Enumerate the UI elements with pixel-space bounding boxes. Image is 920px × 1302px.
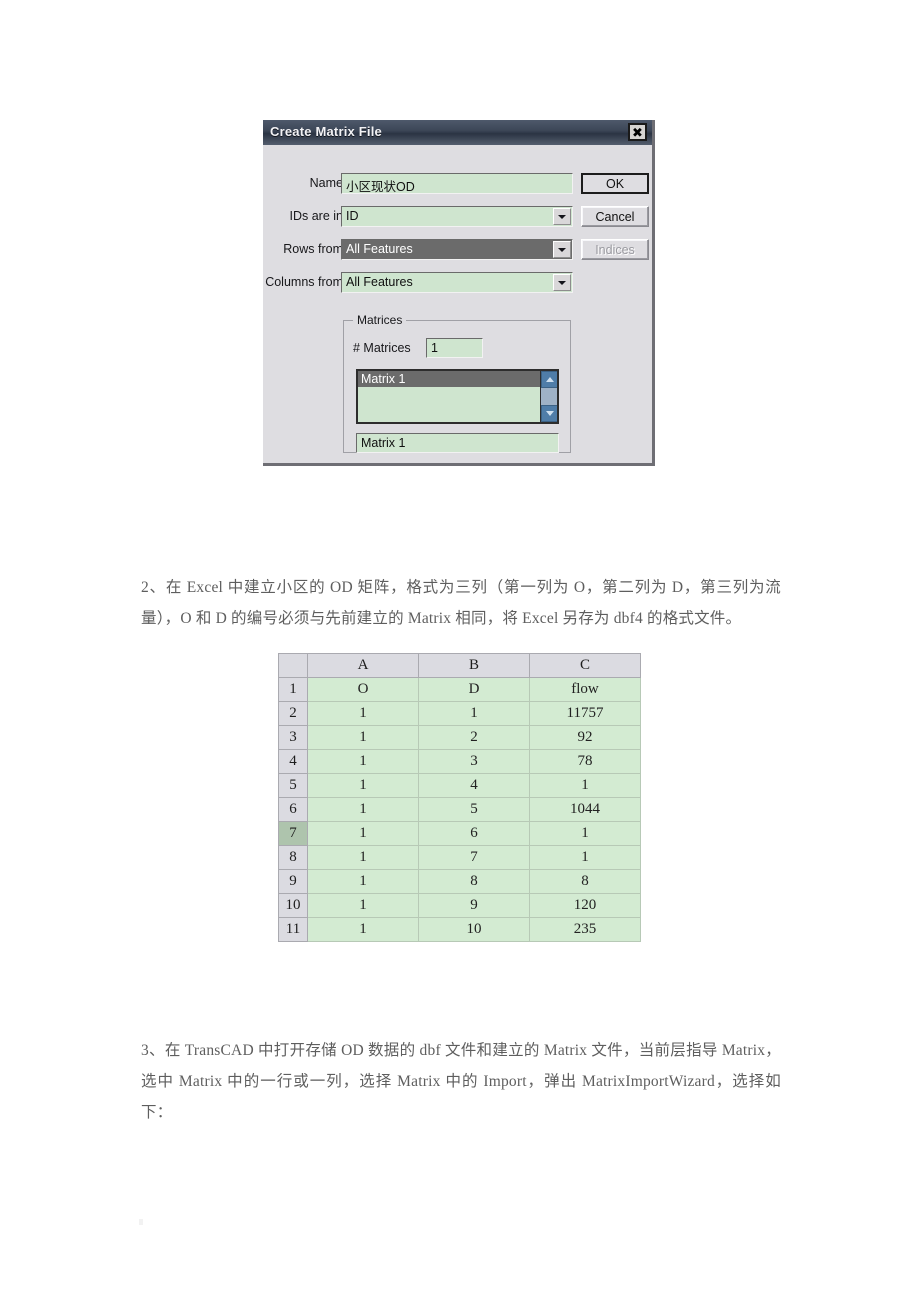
num-matrices-input[interactable]: 1 bbox=[426, 338, 483, 358]
matrices-group-title: Matrices bbox=[353, 313, 407, 327]
cell-b4[interactable]: 3 bbox=[418, 749, 530, 774]
cell-a1[interactable]: O bbox=[307, 677, 419, 702]
cell-b6[interactable]: 5 bbox=[418, 797, 530, 822]
cell-c3[interactable]: 92 bbox=[529, 725, 641, 750]
list-item[interactable]: Matrix 1 bbox=[358, 371, 557, 387]
matrices-listbox[interactable]: Matrix 1 bbox=[356, 369, 559, 424]
ids-are-in-select[interactable]: ID bbox=[341, 206, 573, 227]
column-header-c[interactable]: C bbox=[529, 653, 641, 678]
matrix-name-input[interactable]: Matrix 1 bbox=[356, 433, 559, 453]
od-spreadsheet: A B C 1 O Dflow 2 1 1 11757 3 1 2 92 4 1 3 78 5 1 4 1 6 1 5 10… bbox=[278, 653, 641, 942]
table-row: 9188 bbox=[278, 869, 641, 894]
row-header[interactable]: 10 bbox=[278, 893, 308, 918]
cell-b8[interactable]: 7 bbox=[418, 845, 530, 870]
cell-c2[interactable]: 11757 bbox=[529, 701, 641, 726]
row-header[interactable]: 11 bbox=[278, 917, 308, 942]
cell-a8[interactable]: 1 bbox=[307, 845, 419, 870]
row-header[interactable]: 9 bbox=[278, 869, 308, 894]
cell-a11[interactable]: 1 bbox=[307, 917, 419, 942]
matrices-group: Matrices # Matrices 1 Matrix 1 Matrix 1 bbox=[343, 313, 571, 453]
spreadsheet-body: 1 O Dflow 2 1 1 11757 3 1 2 92 4 1 3 78 5 1 4 1 6 1 5 1044 7 1 6 1… bbox=[278, 677, 641, 942]
cell-b1[interactable]: D bbox=[418, 677, 530, 702]
cell-c10[interactable]: 120 bbox=[529, 893, 641, 918]
columns-from-select[interactable]: All Features bbox=[341, 272, 573, 293]
step-2-paragraph: 2、在 Excel 中建立小区的 OD 矩阵，格式为三列（第一列为 O，第二列为… bbox=[141, 578, 781, 627]
cell-c6[interactable]: 1044 bbox=[529, 797, 641, 822]
label-name: Name bbox=[309, 176, 343, 190]
cell-c11[interactable]: 235 bbox=[529, 917, 641, 942]
label-rows-from: Rows from bbox=[283, 242, 343, 256]
table-row: 4 1 3 78 bbox=[278, 749, 641, 774]
chevron-down-icon[interactable] bbox=[553, 208, 571, 225]
create-matrix-file-dialog: Create Matrix File ✖ Name 小区现状OD IDs are… bbox=[263, 120, 655, 466]
rows-from-select[interactable]: All Features bbox=[341, 239, 573, 260]
cell-b7[interactable]: 6 bbox=[418, 821, 530, 846]
table-row: 1 O Dflow bbox=[278, 677, 641, 702]
label-ids-are-in: IDs are in bbox=[289, 209, 344, 223]
page-footer-mark bbox=[139, 1219, 143, 1225]
cell-c8[interactable]: 1 bbox=[529, 845, 641, 870]
cell-a6[interactable]: 1 bbox=[307, 797, 419, 822]
ids-are-in-value: ID bbox=[346, 209, 359, 223]
row-header[interactable]: 3 bbox=[278, 725, 308, 750]
cell-a7[interactable]: 1 bbox=[307, 821, 419, 846]
step-3-paragraph: 3、在 TransCAD 中打开存储 OD 数据的 dbf 文件和建立的 Mat… bbox=[141, 1041, 781, 1121]
cell-c1[interactable]: flow bbox=[529, 677, 641, 702]
row-header[interactable]: 2 bbox=[278, 701, 308, 726]
table-row: 3 1 2 92 bbox=[278, 725, 641, 750]
sheet-corner[interactable] bbox=[278, 653, 308, 678]
rows-from-value: All Features bbox=[346, 242, 413, 256]
label-columns-from: Columns from bbox=[265, 275, 343, 289]
cell-a2[interactable]: 1 bbox=[307, 701, 419, 726]
dialog-body: Name 小区现状OD IDs are in ID Rows from All … bbox=[263, 145, 652, 463]
table-row: 2 1 1 11757 bbox=[278, 701, 641, 726]
ok-button[interactable]: OK bbox=[581, 173, 649, 194]
cell-a5[interactable]: 1 bbox=[307, 773, 419, 798]
cell-c9[interactable]: 8 bbox=[529, 869, 641, 894]
indices-button[interactable]: Indices bbox=[581, 239, 649, 260]
field-row-columns-from: Columns from All Features bbox=[263, 272, 652, 294]
table-row: 6 1 5 1044 bbox=[278, 797, 641, 822]
cell-a10[interactable]: 1 bbox=[307, 893, 419, 918]
column-header-b[interactable]: B bbox=[418, 653, 530, 678]
row-header[interactable]: 8 bbox=[278, 845, 308, 870]
dialog-titlebar[interactable]: Create Matrix File ✖ bbox=[263, 120, 652, 145]
chevron-down-icon[interactable] bbox=[553, 241, 571, 258]
column-header-a[interactable]: A bbox=[307, 653, 419, 678]
cell-c4[interactable]: 78 bbox=[529, 749, 641, 774]
dialog-title: Create Matrix File bbox=[270, 124, 382, 139]
cell-b5[interactable]: 4 bbox=[418, 773, 530, 798]
row-header[interactable]: 4 bbox=[278, 749, 308, 774]
chevron-down-icon[interactable] bbox=[541, 405, 557, 422]
cell-b10[interactable]: 9 bbox=[418, 893, 530, 918]
name-input[interactable]: 小区现状OD bbox=[341, 173, 573, 194]
row-header[interactable]: 1 bbox=[278, 677, 308, 702]
table-row: 11 1 10 235 bbox=[278, 917, 641, 942]
row-header[interactable]: 7 bbox=[278, 821, 308, 846]
cell-b3[interactable]: 2 bbox=[418, 725, 530, 750]
row-header[interactable]: 6 bbox=[278, 797, 308, 822]
cell-c5[interactable]: 1 bbox=[529, 773, 641, 798]
chevron-up-icon[interactable] bbox=[541, 371, 557, 388]
close-icon[interactable]: ✖ bbox=[628, 123, 647, 141]
row-header[interactable]: 5 bbox=[278, 773, 308, 798]
columns-from-value: All Features bbox=[346, 275, 413, 289]
label-num-matrices: # Matrices bbox=[353, 341, 411, 355]
cell-b2[interactable]: 1 bbox=[418, 701, 530, 726]
table-row: 8171 bbox=[278, 845, 641, 870]
cell-a4[interactable]: 1 bbox=[307, 749, 419, 774]
cancel-button[interactable]: Cancel bbox=[581, 206, 649, 227]
cell-b9[interactable]: 8 bbox=[418, 869, 530, 894]
cell-c7[interactable]: 1 bbox=[529, 821, 641, 846]
table-row: 10 1 9 120 bbox=[278, 893, 641, 918]
chevron-down-icon[interactable] bbox=[553, 274, 571, 291]
listbox-scrollbar[interactable] bbox=[540, 371, 557, 422]
cell-b11[interactable]: 10 bbox=[418, 917, 530, 942]
table-row: 7161 bbox=[278, 821, 641, 846]
table-row: 5141 bbox=[278, 773, 641, 798]
cell-a9[interactable]: 1 bbox=[307, 869, 419, 894]
spreadsheet-header: A B C bbox=[278, 653, 641, 678]
cell-a3[interactable]: 1 bbox=[307, 725, 419, 750]
column-header-row: A B C bbox=[278, 653, 641, 678]
